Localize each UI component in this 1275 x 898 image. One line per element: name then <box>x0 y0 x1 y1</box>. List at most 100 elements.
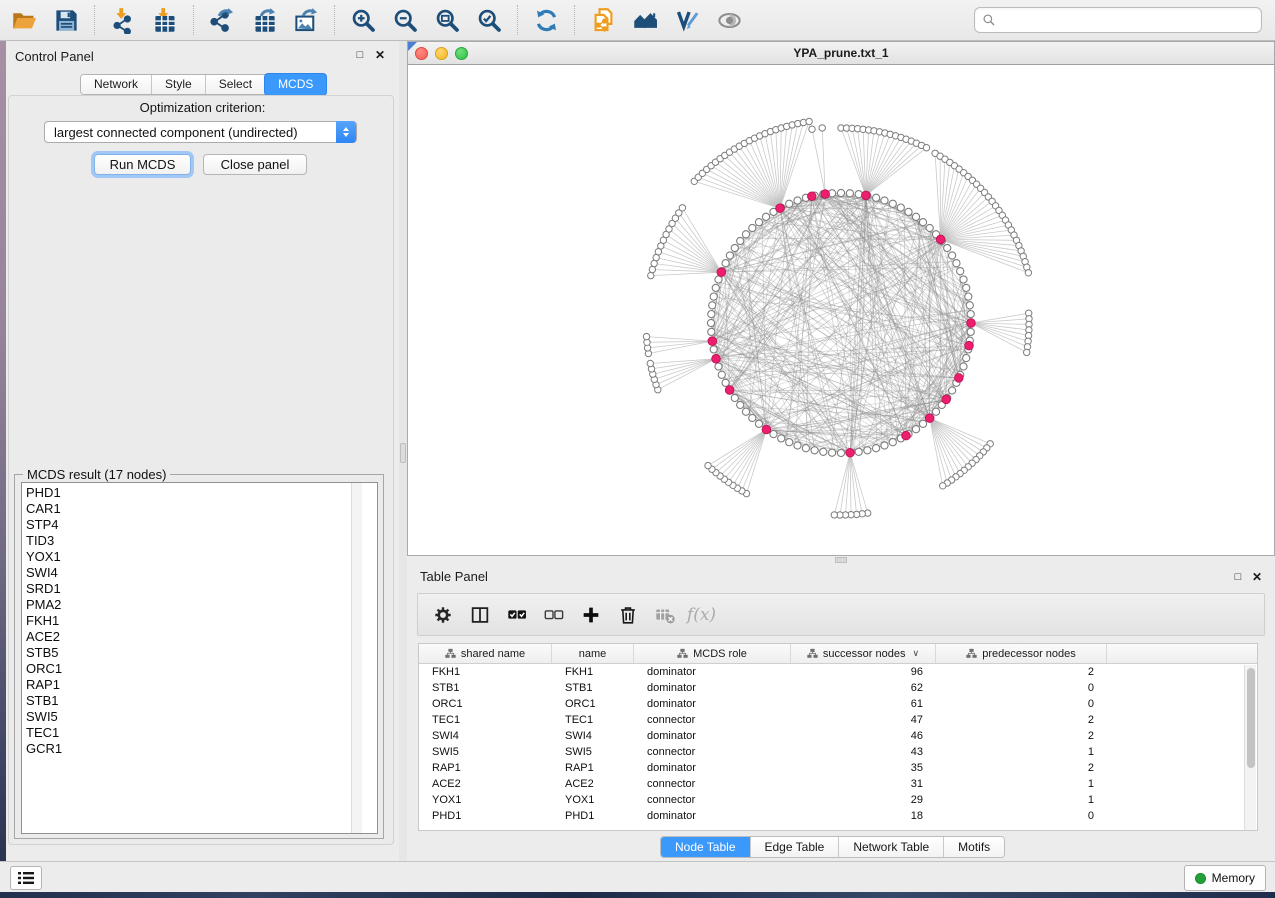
table-row[interactable]: STB1STB1dominator620 <box>419 680 1257 696</box>
mcds-result-item[interactable]: ORC1 <box>26 661 377 677</box>
mcds-result-item[interactable]: GCR1 <box>26 741 377 757</box>
network-canvas[interactable] <box>408 65 1274 555</box>
table-cell[interactable]: YOX1 <box>419 792 552 808</box>
memory-button[interactable]: Memory <box>1184 865 1266 891</box>
table-cell[interactable]: YOX1 <box>552 792 634 808</box>
table-cell[interactable]: ACE2 <box>419 776 552 792</box>
table-cell[interactable]: 43 <box>791 744 936 760</box>
sort-indicator-icon[interactable]: ∨ <box>912 648 919 659</box>
table-cell[interactable]: dominator <box>634 728 791 744</box>
table-cell[interactable]: 29 <box>791 792 936 808</box>
tab-edge-table[interactable]: Edge Table <box>751 837 840 857</box>
search-box[interactable] <box>974 7 1262 33</box>
table-cell[interactable]: connector <box>634 792 791 808</box>
network-graph[interactable] <box>408 65 1274 555</box>
table-cell[interactable]: 61 <box>791 696 936 712</box>
mcds-result-item[interactable]: FKH1 <box>26 613 377 629</box>
mcds-result-item[interactable]: RAP1 <box>26 677 377 693</box>
mcds-result-item[interactable]: PHD1 <box>26 485 377 501</box>
column-header-predecessor-nodes[interactable]: predecessor nodes <box>936 644 1107 663</box>
scrollbar-thumb[interactable] <box>1247 668 1255 768</box>
vizmapper-button[interactable] <box>669 4 705 36</box>
table-cell[interactable]: 62 <box>791 680 936 696</box>
table-row[interactable]: PHD1PHD1dominator180 <box>419 808 1257 824</box>
table-cell[interactable]: 96 <box>791 664 936 680</box>
table-cell[interactable]: 2 <box>936 728 1107 744</box>
table-cell[interactable]: connector <box>634 744 791 760</box>
table-cell[interactable]: 47 <box>791 712 936 728</box>
unselect-all-button[interactable] <box>535 597 572 633</box>
table-cell[interactable]: 1 <box>936 792 1107 808</box>
table-cell[interactable]: dominator <box>634 680 791 696</box>
table-cell[interactable]: 18 <box>791 808 936 824</box>
tab-network-table[interactable]: Network Table <box>839 837 944 857</box>
tab-mcds[interactable]: MCDS <box>265 74 326 95</box>
tab-motifs[interactable]: Motifs <box>944 837 1004 857</box>
hide-panel-button[interactable] <box>711 4 747 36</box>
table-cell[interactable]: 2 <box>936 712 1107 728</box>
table-cell[interactable]: RAP1 <box>419 760 552 776</box>
network-window-titlebar[interactable]: YPA_prune.txt_1 <box>408 42 1274 65</box>
task-history-button[interactable] <box>10 866 42 890</box>
table-row[interactable]: SWI4SWI4dominator462 <box>419 728 1257 744</box>
table-cell[interactable]: 35 <box>791 760 936 776</box>
import-table-button[interactable] <box>147 4 183 36</box>
save-button[interactable] <box>48 4 84 36</box>
table-scrollbar[interactable] <box>1244 665 1256 830</box>
tab-style[interactable]: Style <box>152 75 206 94</box>
close-panel-button[interactable]: Close panel <box>203 154 307 175</box>
search-input[interactable] <box>1001 13 1254 27</box>
table-cell[interactable]: dominator <box>634 808 791 824</box>
tab-select[interactable]: Select <box>206 75 266 94</box>
table-cell[interactable]: STB1 <box>419 680 552 696</box>
table-cell[interactable]: dominator <box>634 760 791 776</box>
table-cell[interactable]: 2 <box>936 664 1107 680</box>
table-cell[interactable]: 0 <box>936 696 1107 712</box>
zoom-fit-button[interactable] <box>429 4 465 36</box>
table-cell[interactable]: SWI4 <box>419 728 552 744</box>
table-cell[interactable]: SWI5 <box>419 744 552 760</box>
open-folder-button[interactable] <box>6 4 42 36</box>
columns-button[interactable] <box>461 597 498 633</box>
table-row[interactable]: TEC1TEC1connector472 <box>419 712 1257 728</box>
tab-node-table[interactable]: Node Table <box>661 837 751 857</box>
float-panel-icon[interactable]: □ <box>1231 571 1245 583</box>
table-cell[interactable]: STB1 <box>552 680 634 696</box>
mcds-result-item[interactable]: STP4 <box>26 517 377 533</box>
table-row[interactable]: YOX1YOX1connector291 <box>419 792 1257 808</box>
table-cell[interactable]: ORC1 <box>419 696 552 712</box>
table-cell[interactable]: FKH1 <box>419 664 552 680</box>
column-header-shared-name[interactable]: shared name <box>419 644 552 663</box>
table-cell[interactable]: dominator <box>634 664 791 680</box>
column-header-name[interactable]: name <box>552 644 634 663</box>
tab-network[interactable]: Network <box>81 75 152 94</box>
table-row[interactable]: ACE2ACE2connector311 <box>419 776 1257 792</box>
mcds-result-item[interactable]: CAR1 <box>26 501 377 517</box>
mcds-result-item[interactable]: TID3 <box>26 533 377 549</box>
table-cell[interactable]: 31 <box>791 776 936 792</box>
column-header-MCDS-role[interactable]: MCDS role <box>634 644 791 663</box>
table-cell[interactable]: PHD1 <box>419 808 552 824</box>
refresh-button[interactable] <box>528 4 564 36</box>
table-cell[interactable]: FKH1 <box>552 664 634 680</box>
export-image-button[interactable] <box>288 4 324 36</box>
mcds-result-item[interactable]: STB5 <box>26 645 377 661</box>
zoom-selected-button[interactable] <box>471 4 507 36</box>
table-row[interactable]: RAP1RAP1dominator352 <box>419 760 1257 776</box>
table-cell[interactable]: PHD1 <box>552 808 634 824</box>
table-cell[interactable]: connector <box>634 776 791 792</box>
mcds-result-item[interactable]: ACE2 <box>26 629 377 645</box>
splitter-grip[interactable] <box>400 443 406 463</box>
zoom-in-button[interactable] <box>345 4 381 36</box>
table-cell[interactable]: 1 <box>936 776 1107 792</box>
table-cell[interactable]: 0 <box>936 808 1107 824</box>
import-network-button[interactable] <box>105 4 141 36</box>
table-cell[interactable]: 1 <box>936 744 1107 760</box>
table-cell[interactable]: ACE2 <box>552 776 634 792</box>
table-cell[interactable]: TEC1 <box>419 712 552 728</box>
mcds-list-scrollbar[interactable] <box>351 483 362 833</box>
close-panel-icon[interactable]: ✕ <box>373 48 387 62</box>
add-button[interactable] <box>572 597 609 633</box>
export-network-button[interactable] <box>204 4 240 36</box>
mcds-result-item[interactable]: TEC1 <box>26 725 377 741</box>
